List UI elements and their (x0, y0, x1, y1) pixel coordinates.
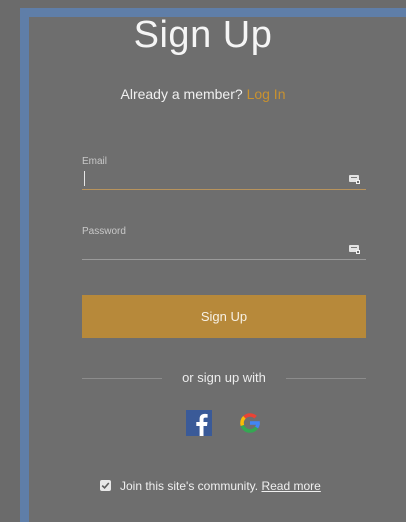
text-caret (84, 171, 85, 186)
page-title: Sign Up (133, 14, 273, 56)
autofill-key-icon[interactable] (349, 173, 361, 185)
email-field[interactable] (82, 168, 366, 190)
social-divider: or sign up with (82, 370, 366, 388)
community-checkbox[interactable] (100, 480, 111, 491)
password-label: Password (82, 226, 126, 237)
google-icon[interactable] (237, 410, 263, 436)
already-member-text: Already a member? (120, 86, 243, 102)
checkmark-icon (101, 482, 110, 489)
facebook-icon[interactable] (186, 410, 212, 436)
login-prompt: Already a member? Log In (0, 86, 406, 102)
read-more-link[interactable]: Read more (261, 479, 320, 493)
community-text-wrapper: Join this site's community. Read more (120, 479, 321, 493)
community-consent: Join this site's community. Read more (100, 478, 380, 496)
password-field[interactable] (82, 238, 366, 260)
login-link[interactable]: Log In (247, 86, 286, 102)
community-label: Join this site's community. (120, 479, 259, 493)
page-background: Sign Up Already a member? Log In Email P… (0, 0, 406, 522)
divider-line-right (286, 378, 366, 379)
signup-button[interactable]: Sign Up (82, 295, 366, 338)
autofill-key-icon[interactable] (349, 243, 361, 255)
email-label: Email (82, 156, 108, 167)
